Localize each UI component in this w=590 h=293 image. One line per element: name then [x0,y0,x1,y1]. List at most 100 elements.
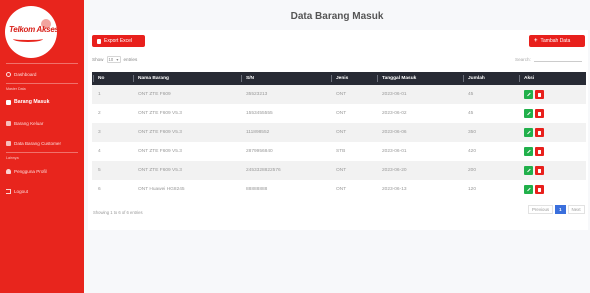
delete-button[interactable] [535,109,544,118]
brand-logo[interactable]: Telkom Akses [5,6,57,58]
cell-aksi [518,123,586,142]
edit-button[interactable] [524,109,533,118]
export-excel-label: Export Excel [104,38,133,44]
logout-icon [6,188,11,194]
delete-button[interactable] [535,185,544,194]
column-header-jenis[interactable]: Jenis [330,72,376,85]
trash-icon [538,111,541,116]
edit-button[interactable] [524,128,533,137]
table-row: 2 ONT ZTE F609 V5.3 1553455555 ONT 2023-… [92,104,586,123]
cell-no: 3 [98,130,101,135]
sidebar: Telkom Akses Dashboard Master Data Baran… [0,0,84,293]
sidebar-item-logout[interactable]: Logout [0,185,84,197]
cell-aksi [518,104,586,123]
cell-jenis: ONT [336,130,347,135]
table-info: Showing 1 to 6 of 6 entries [93,210,143,215]
table-header: No Nama Barang S/N Jenis Tanggal Masuk J… [92,72,586,85]
cell-tanggal-masuk: 2023-06-13 [382,187,407,192]
delete-button[interactable] [535,90,544,99]
sidebar-item-barang-masuk[interactable]: Barang Masuk [0,96,84,108]
column-header-label: Nama Barang [138,76,169,81]
sidebar-item-label: Pengguna Profil [14,168,47,174]
column-header-aksi[interactable]: Aksi [518,72,586,85]
pencil-icon [526,111,531,116]
column-header-label: Tanggal Masuk [382,76,417,81]
cell-jenis: ONT [336,92,347,97]
cell-sn: 2879956840 [246,149,273,154]
logo-text: Telkom Akses [9,25,57,34]
sidebar-item-pengguna-profil[interactable]: Pengguna Profil [0,165,84,177]
sidebar-heading-other: Lainnya [6,156,19,160]
search-input[interactable] [533,56,582,62]
export-excel-button[interactable]: Export Excel [92,35,145,47]
edit-button[interactable] [524,90,533,99]
cell-tanggal-masuk: 2023-06-01 [382,149,407,154]
page-title: Data Barang Masuk [290,11,384,22]
sidebar-item-data-barang-customer[interactable]: Data Barang Customer [0,137,84,149]
sidebar-item-label: Barang Keluar [14,120,44,126]
entries-value: 10 [108,57,114,62]
data-card: Export Excel + Tambah Data Show 10 ▾ ent… [88,30,588,230]
cell-no: 5 [98,168,101,173]
column-header-label: Jenis [336,76,349,81]
sort-icon [331,75,332,82]
cell-tanggal-masuk: 2023-06-02 [382,111,407,116]
page-1-button[interactable]: 1 [555,205,566,214]
sort-icon [463,75,464,82]
cell-no: 6 [98,187,101,192]
sidebar-item-label: Data Barang Customer [14,140,61,146]
table-row: 3 ONT ZTE F609 V5.3 111898552 ONT 2023-0… [92,123,586,142]
previous-page-button[interactable]: Previous [528,205,554,214]
cell-jenis: ONT [336,187,347,192]
sidebar-item-label: Dashboard [14,71,37,77]
cell-nama-barang: ONT ZTE F609 V5.3 [138,130,182,135]
cell-aksi [518,161,586,180]
edit-button[interactable] [524,185,533,194]
cell-nama-barang: ONT ZTE F609 V5.3 [138,149,182,154]
delete-button[interactable] [535,166,544,175]
delete-button[interactable] [535,128,544,137]
sidebar-item-barang-keluar[interactable]: Barang Keluar [0,117,84,129]
sidebar-item-label: Barang Masuk [14,99,50,105]
cell-jumlah: 200 [468,168,477,173]
cell-jenis: ONT [336,111,347,116]
logo-swoosh [13,36,43,42]
add-data-button[interactable]: + Tambah Data [529,35,585,47]
next-page-button[interactable]: Next [567,205,585,214]
edit-button[interactable] [524,147,533,156]
trash-icon [538,187,541,192]
edit-button[interactable] [524,166,533,175]
column-header-no[interactable]: No [92,72,132,85]
cell-jumlah: 420 [468,149,477,154]
dashboard-icon [6,71,11,77]
pencil-icon [526,130,531,135]
cell-sn: 111898552 [246,130,270,135]
column-header-tanggal-masuk[interactable]: Tanggal Masuk [376,72,462,85]
cell-tanggal-masuk: 2023-06-06 [382,130,407,135]
sidebar-divider [6,63,78,64]
cell-nama-barang: ONT Huawei HG8245 [138,187,185,192]
cell-sn: 1553455555 [246,111,273,116]
cell-sn: 35523213 [246,92,268,97]
column-header-sn[interactable]: S/N [240,72,330,85]
column-header-label: Aksi [524,76,535,81]
cell-tanggal-masuk: 2023-06-01 [382,92,407,97]
column-header-jumlah[interactable]: Jumlah [462,72,518,85]
cell-jumlah: 120 [468,187,477,192]
column-header-nama-barang[interactable]: Nama Barang [132,72,240,85]
sort-icon [93,75,94,82]
sidebar-item-dashboard[interactable]: Dashboard [0,68,84,80]
delete-button[interactable] [535,147,544,156]
trash-icon [538,149,541,154]
pencil-icon [526,92,531,97]
pagination: Previous 1 Next [528,205,585,214]
entries-select[interactable]: 10 ▾ [106,56,121,63]
cell-sn: 88888888 [246,187,268,192]
sort-icon [241,75,242,82]
cell-no: 1 [98,92,101,97]
cell-jumlah: 45 [468,111,474,116]
cell-no: 4 [98,149,101,154]
box-icon [6,99,11,105]
table-row: 1 ONT ZTE F609 35523213 ONT 2023-06-01 4… [92,85,586,104]
table-row: 6 ONT Huawei HG8245 88888888 ONT 2023-06… [92,180,586,199]
